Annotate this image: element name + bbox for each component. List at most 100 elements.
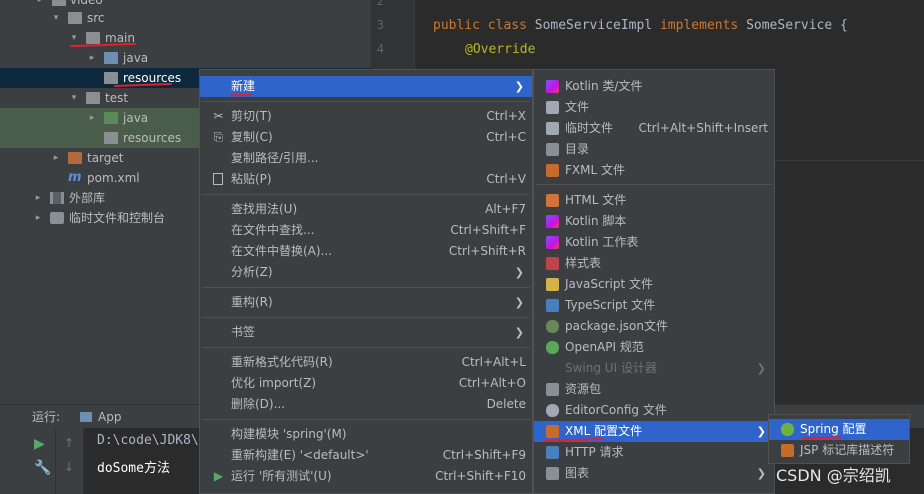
menu-item-openapi[interactable]: OpenAPI 规范 [534, 337, 774, 358]
menu-item-shortcut: Ctrl+Alt+Shift+Insert [638, 121, 768, 135]
menu-item-label: 重新格式化代码(R) [231, 355, 333, 369]
menu-item-jsp-taglib[interactable]: JSP 标记库描述符 [769, 440, 909, 461]
menu-item-diagram[interactable]: 图表 ❯ [534, 463, 774, 484]
menu-item-bookmarks[interactable]: 书签 ❯ [200, 322, 532, 343]
menu-item-optimize-imports[interactable]: 优化 import(Z) Ctrl+Alt+O [200, 373, 532, 394]
file-icon [546, 101, 559, 114]
run-toolbar: ▶ 🔧 [0, 428, 56, 494]
menu-item-swing-ui-designer[interactable]: Swing UI 设计器 ❯ [534, 358, 774, 379]
menu-item-fxml[interactable]: FXML 文件 [534, 160, 774, 181]
code-line: public class SomeServiceImpl implements … [433, 18, 848, 33]
arrow-down-icon[interactable]: ↓ [64, 460, 74, 474]
copy-icon: ⎘ [213, 130, 224, 144]
menu-item-reformat-code[interactable]: 重新格式化代码(R) Ctrl+Alt+L [200, 352, 532, 373]
menu-item-label: 粘贴(P) [231, 172, 272, 186]
run-icon: ▶ [213, 469, 224, 483]
menu-item-file[interactable]: 文件 [534, 97, 774, 118]
line-number: 2 [376, 0, 384, 8]
folder-icon [52, 0, 66, 6]
chevron-right-icon[interactable]: ▸ [86, 48, 98, 68]
menu-item-label: 运行 '所有测试'(U) [231, 469, 332, 483]
menu-item-paste[interactable]: 粘贴(P) Ctrl+V [200, 169, 532, 190]
menu-item-label: 临时文件 [565, 121, 614, 135]
menu-item-directory[interactable]: 目录 [534, 139, 774, 160]
menu-item-http-request[interactable]: HTTP 请求 [534, 442, 774, 463]
menu-item-cut[interactable]: ✂ 剪切(T) Ctrl+X [200, 106, 532, 127]
menu-item-build-module[interactable]: 构建模块 'spring'(M) [200, 424, 532, 445]
menu-item-javascript[interactable]: JavaScript 文件 [534, 274, 774, 295]
tab-app[interactable]: App [78, 405, 121, 429]
resources-folder-icon [104, 72, 118, 84]
menu-item-label: 书签 [231, 325, 256, 339]
chevron-right-icon: ❯ [514, 326, 524, 339]
menu-item-label: EditorConfig 文件 [565, 403, 667, 417]
chevron-right-icon[interactable]: ▸ [86, 108, 98, 128]
menu-item-run-all-tests[interactable]: ▶ 运行 '所有测试'(U) Ctrl+Shift+F10 [200, 466, 532, 487]
menu-item-label: 删除(D)... [231, 397, 286, 411]
html-icon [546, 194, 559, 207]
menu-item-label: 构建模块 'spring'(M) [231, 427, 347, 441]
menu-item-refactor[interactable]: 重构(R) ❯ [200, 292, 532, 313]
menu-item-html[interactable]: HTML 文件 [534, 190, 774, 211]
menu-item-find-in-files[interactable]: 在文件中查找... Ctrl+Shift+F [200, 220, 532, 241]
chevron-right-icon: ❯ [756, 467, 766, 480]
menu-item-scratch-file[interactable]: 临时文件 Ctrl+Alt+Shift+Insert [534, 118, 774, 139]
tree-item-label: java [123, 111, 149, 125]
menu-item-shortcut: Ctrl+Shift+F9 [442, 448, 526, 462]
code-annotation: @Override [465, 42, 536, 57]
menu-item-label: Kotlin 工作表 [565, 235, 639, 249]
menu-item-package-json[interactable]: package.json文件 [534, 316, 774, 337]
menu-item-delete[interactable]: 删除(D)... Delete [200, 394, 532, 415]
menu-item-replace-in-files[interactable]: 在文件中替换(A)... Ctrl+Shift+R [200, 241, 532, 262]
javascript-icon [546, 278, 559, 291]
chevron-right-icon: ❯ [756, 425, 766, 438]
menu-item-typescript[interactable]: TypeScript 文件 [534, 295, 774, 316]
xml-config-submenu: Spring 配置 JSP 标记库描述符 [768, 414, 910, 464]
menu-item-label: JavaScript 文件 [565, 277, 653, 291]
chevron-right-icon[interactable]: ▸ [32, 208, 44, 228]
menu-item-label: 图表 [565, 466, 590, 480]
menu-item-find-usages[interactable]: 查找用法(U) Alt+F7 [200, 199, 532, 220]
menu-item-label: 重新构建(E) '<default>' [231, 448, 369, 462]
menu-item-stylesheet[interactable]: 样式表 [534, 253, 774, 274]
menu-item-kotlin-worksheet[interactable]: Kotlin 工作表 [534, 232, 774, 253]
typescript-icon [546, 299, 559, 312]
kotlin-icon [546, 80, 559, 93]
menu-item-label: 资源包 [565, 382, 602, 396]
kotlin-script-icon [546, 215, 559, 228]
menu-item-kotlin-script[interactable]: Kotlin 脚本 [534, 211, 774, 232]
rerun-icon[interactable]: ▶ [34, 436, 45, 452]
code-class-name: SomeServiceImpl [534, 18, 660, 33]
chevron-down-icon[interactable]: ▾ [50, 8, 62, 28]
menu-separator [202, 101, 530, 102]
menu-item-copy-path[interactable]: 复制路径/引用... [200, 148, 532, 169]
watermark: CSDN @宗绍凯 [776, 466, 891, 485]
menu-item-label: Kotlin 类/文件 [565, 79, 643, 93]
menu-item-label: 目录 [565, 142, 590, 156]
chevron-right-icon[interactable]: ▸ [50, 148, 62, 168]
chevron-right-icon[interactable]: ▸ [32, 188, 44, 208]
menu-item-rebuild[interactable]: 重新构建(E) '<default>' Ctrl+Shift+F9 [200, 445, 532, 466]
menu-item-editorconfig[interactable]: EditorConfig 文件 [534, 400, 774, 421]
resource-bundle-icon [546, 383, 559, 396]
menu-item-copy[interactable]: ⎘ 复制(C) Ctrl+C [200, 127, 532, 148]
chevron-right-icon: ❯ [514, 296, 524, 309]
tree-item-java[interactable]: ▸ java [0, 48, 371, 68]
jsp-icon [781, 444, 794, 457]
arrow-up-icon[interactable]: ↑ [64, 436, 74, 450]
tree-item-src[interactable]: ▾ src [0, 8, 371, 28]
chevron-right-icon: ❯ [756, 362, 766, 375]
folder-icon [86, 92, 100, 104]
menu-item-kotlin-class[interactable]: Kotlin 类/文件 [534, 76, 774, 97]
menu-item-label: 分析(Z) [231, 265, 273, 279]
scratches-icon [50, 212, 64, 224]
chevron-down-icon[interactable]: ▾ [68, 88, 80, 108]
menu-item-resource-bundle[interactable]: 资源包 [534, 379, 774, 400]
wrench-icon[interactable]: 🔧 [34, 460, 51, 476]
css-icon [546, 257, 559, 270]
code-keyword: public class [433, 18, 535, 33]
tree-item-main[interactable]: ▾ main [0, 28, 371, 48]
spring-icon [781, 423, 794, 436]
test-folder-icon [104, 112, 118, 124]
menu-item-analyze[interactable]: 分析(Z) ❯ [200, 262, 532, 283]
